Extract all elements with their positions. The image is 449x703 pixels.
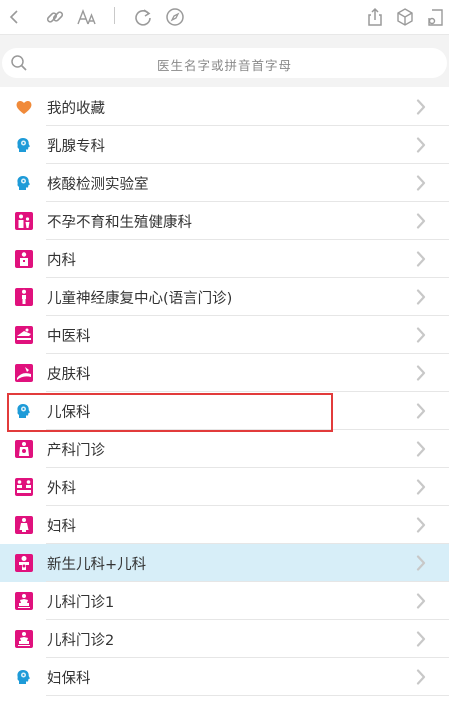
- compass-icon[interactable]: [164, 6, 186, 28]
- chevron-right-icon: [416, 631, 426, 647]
- surgery-icon: [15, 478, 33, 496]
- chevron-right-icon: [416, 99, 426, 115]
- list-item[interactable]: 外科: [0, 468, 449, 506]
- list-item[interactable]: 产科门诊: [0, 430, 449, 468]
- font-size-icon[interactable]: [76, 6, 98, 28]
- tcm-icon: [15, 326, 33, 344]
- link-icon[interactable]: [44, 6, 66, 28]
- toolbar-separator: [114, 7, 115, 24]
- row-divider: [46, 695, 449, 696]
- fertility-icon: [15, 212, 33, 230]
- head-icon: [15, 136, 33, 154]
- dermatology-icon: [15, 364, 33, 382]
- list-item[interactable]: 儿科门诊1: [0, 582, 449, 620]
- list-item[interactable]: 儿科门诊2: [0, 620, 449, 658]
- internal-medicine-icon: [15, 250, 33, 268]
- list-item-label: 妇科: [47, 519, 76, 535]
- chevron-right-icon: [416, 213, 426, 229]
- heart-icon: [15, 98, 33, 116]
- chevron-right-icon: [416, 175, 426, 191]
- search-placeholder: 医生名字或拼音首字母: [156, 58, 292, 73]
- list-item[interactable]: 妇科: [0, 506, 449, 544]
- list-item-label: 产科门诊: [47, 443, 105, 459]
- share-icon[interactable]: [364, 6, 386, 28]
- child-neuro-icon: [15, 288, 33, 306]
- list-item-label: 我的收藏: [47, 101, 105, 117]
- chevron-right-icon: [416, 479, 426, 495]
- chevron-right-icon: [416, 137, 426, 153]
- list-item-label: 中医科: [47, 329, 91, 345]
- pediatric-icon: [15, 592, 33, 610]
- chevron-right-icon: [416, 251, 426, 267]
- obstetrics-icon: [15, 440, 33, 458]
- head-icon: [15, 402, 33, 420]
- list-item-label: 内科: [47, 253, 76, 269]
- list-item-label: 不孕不育和生殖健康科: [47, 215, 192, 231]
- list-item[interactable]: 妇保科: [0, 658, 449, 696]
- list-item[interactable]: 我的收藏: [0, 88, 449, 126]
- chevron-right-icon: [416, 327, 426, 343]
- list-item[interactable]: 儿童神经康复中心(语言门诊): [0, 278, 449, 316]
- list-item[interactable]: 皮肤科: [0, 354, 449, 392]
- list-item-label: 儿童神经康复中心(语言门诊): [47, 291, 233, 307]
- gynecology-icon: [15, 516, 33, 534]
- search-input[interactable]: 医生名字或拼音首字母: [2, 48, 447, 78]
- exit-icon[interactable]: [424, 6, 446, 28]
- box-icon[interactable]: [394, 6, 416, 28]
- search-bar-area: 医生名字或拼音首字母: [0, 34, 449, 87]
- neonatal-icon: [15, 554, 33, 572]
- chevron-right-icon: [416, 365, 426, 381]
- chevron-right-icon: [416, 593, 426, 609]
- chevron-right-icon: [416, 517, 426, 533]
- list-item-label: 儿科门诊1: [47, 595, 115, 611]
- list-item-label: 皮肤科: [47, 367, 91, 383]
- list-item-label: 核酸检测实验室: [47, 177, 149, 193]
- chevron-right-icon: [416, 669, 426, 685]
- head-icon: [15, 174, 33, 192]
- list-item[interactable]: 核酸检测实验室: [0, 164, 449, 202]
- list-item[interactable]: 内科: [0, 240, 449, 278]
- refresh-icon[interactable]: [132, 6, 154, 28]
- list-item[interactable]: 新生儿科+儿科: [0, 544, 449, 582]
- chevron-right-icon: [416, 289, 426, 305]
- list-item[interactable]: 儿保科: [0, 392, 449, 430]
- list-item-label: 妇保科: [47, 671, 91, 687]
- pediatric-icon: [15, 630, 33, 648]
- department-list: 我的收藏乳腺专科核酸检测实验室不孕不育和生殖健康科 内科儿童神经康复中心(语言门诊…: [0, 88, 449, 696]
- back-icon[interactable]: [4, 6, 26, 28]
- list-item-label: 外科: [47, 481, 76, 497]
- list-item[interactable]: 乳腺专科: [0, 126, 449, 164]
- list-item-label: 儿科门诊2: [47, 633, 115, 649]
- list-item-label: 新生儿科+儿科: [47, 557, 147, 573]
- chevron-right-icon: [416, 441, 426, 457]
- chevron-right-icon: [416, 403, 426, 419]
- chevron-right-icon: [416, 555, 426, 571]
- list-item[interactable]: 中医科: [0, 316, 449, 354]
- list-item-label: 乳腺专科: [47, 139, 105, 155]
- browser-toolbar: [0, 0, 449, 34]
- head-icon: [15, 668, 33, 686]
- list-item-label: 儿保科: [47, 405, 91, 421]
- list-item[interactable]: 不孕不育和生殖健康科: [0, 202, 449, 240]
